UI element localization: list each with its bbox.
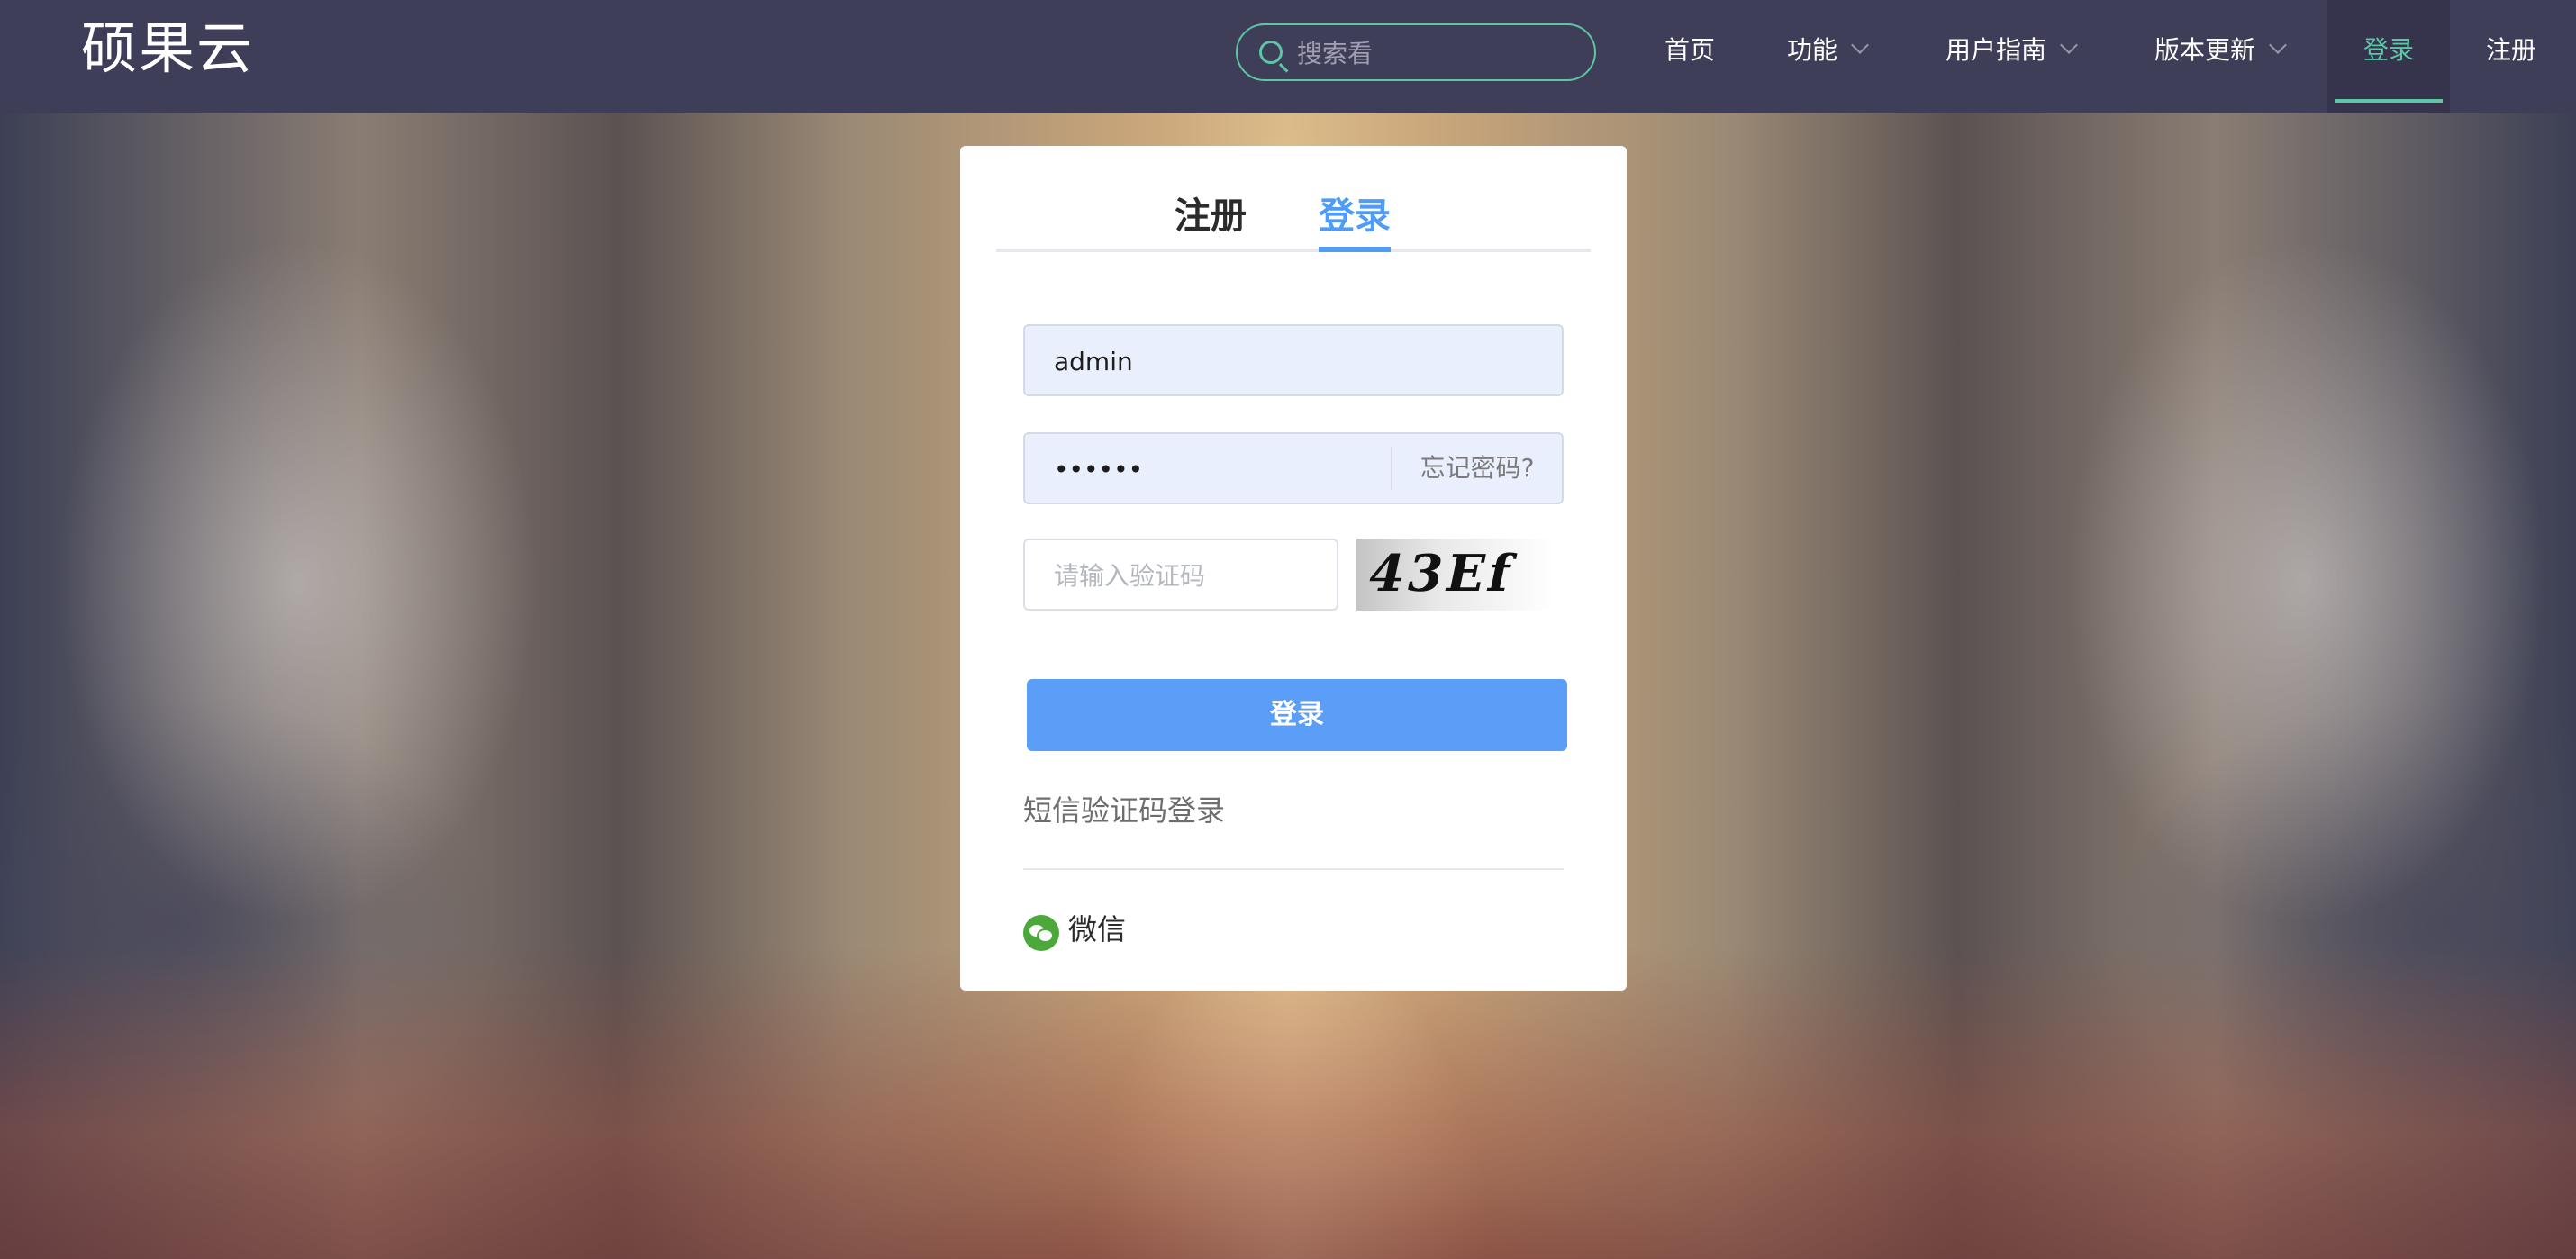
captcha-field xyxy=(1023,539,1338,611)
login-button[interactable]: 登录 xyxy=(1027,679,1567,751)
search-box xyxy=(1236,23,1596,81)
nav-item-register-label: 注册 xyxy=(2486,35,2537,65)
username-field xyxy=(1023,324,1564,396)
chevron-down-icon xyxy=(1851,36,1869,54)
wechat-login-label[interactable]: 微信 xyxy=(1068,910,1126,949)
top-navbar: 硕果云 首页 功能 用户指南 版本更新 登录 注册 xyxy=(0,0,2576,113)
divider xyxy=(1023,868,1564,870)
nav-item-home[interactable]: 首页 xyxy=(1664,0,1715,113)
captcha-image[interactable]: 43Ef xyxy=(1356,539,1555,611)
forgot-password-link[interactable]: 忘记密码? xyxy=(1391,447,1562,490)
tabs-underline xyxy=(996,249,1591,252)
login-card: 注册 登录 忘记密码? 43Ef 登录 短信验证码登录 微信 xyxy=(960,146,1627,991)
nav-item-login-label: 登录 xyxy=(2363,35,2414,65)
active-indicator xyxy=(2335,99,2443,103)
chevron-down-icon xyxy=(2269,36,2287,54)
captcha-text: 43Ef xyxy=(1362,544,1520,603)
active-tab-indicator xyxy=(1319,247,1391,252)
nav-item-features-label: 功能 xyxy=(1787,35,1838,65)
nav-item-features[interactable]: 功能 xyxy=(1787,0,1869,113)
password-input[interactable] xyxy=(1052,450,1398,488)
captcha-input[interactable] xyxy=(1052,557,1317,594)
nav-item-user-guide[interactable]: 用户指南 xyxy=(1946,0,2078,113)
chevron-down-icon xyxy=(2060,36,2078,54)
tab-register[interactable]: 注册 xyxy=(1175,191,1247,241)
tab-login[interactable]: 登录 xyxy=(1319,191,1391,241)
username-input[interactable] xyxy=(1052,342,1398,380)
site-logo[interactable]: 硕果云 xyxy=(81,13,254,85)
nav-item-login[interactable]: 登录 xyxy=(2327,0,2450,113)
nav-item-user-guide-label: 用户指南 xyxy=(1946,35,2047,65)
wechat-icon[interactable] xyxy=(1023,915,1059,951)
nav-item-register[interactable]: 注册 xyxy=(2486,0,2536,113)
nav-item-changelog-label: 版本更新 xyxy=(2154,35,2256,65)
sms-login-link[interactable]: 短信验证码登录 xyxy=(1023,791,1225,830)
nav-item-changelog[interactable]: 版本更新 xyxy=(2154,0,2287,113)
search-icon[interactable] xyxy=(1259,41,1283,64)
password-field: 忘记密码? xyxy=(1023,432,1564,504)
search-input[interactable] xyxy=(1295,36,1569,70)
nav-item-home-label: 首页 xyxy=(1664,35,1716,65)
background-floor xyxy=(0,946,2576,1259)
